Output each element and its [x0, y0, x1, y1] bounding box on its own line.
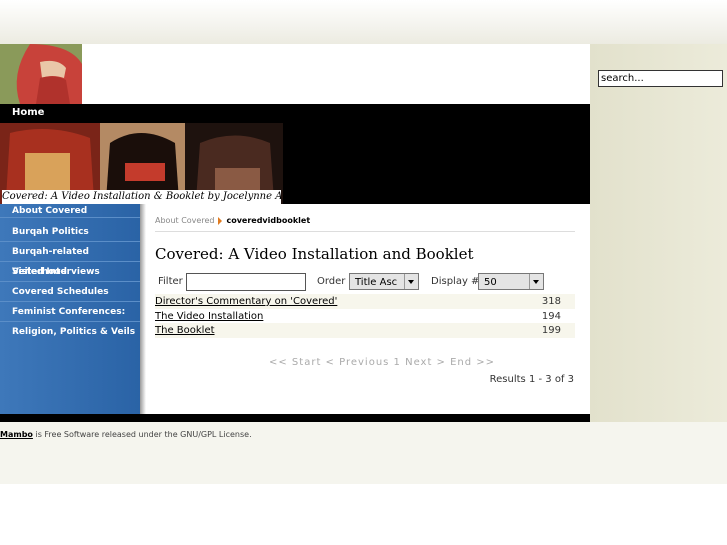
hits-count: 318 [541, 296, 561, 307]
license-text: is Free Software released under the GNU/… [32, 430, 252, 439]
chevron-down-icon[interactable] [404, 274, 418, 289]
sidebar-item-covered-schedules[interactable]: Covered Schedules [0, 282, 140, 302]
filter-label: Filter [158, 276, 183, 287]
breadcrumb-parent[interactable]: About Covered [155, 216, 214, 225]
top-band [0, 0, 727, 44]
sidebar-item-about-covered[interactable]: About Covered [0, 204, 140, 218]
table-row: The Booklet 199 [155, 323, 575, 338]
pagination: << Start < Previous 1 Next > End >> [269, 357, 496, 368]
footer: Mambo is Free Software released under th… [0, 422, 727, 484]
hits-count: 194 [541, 311, 561, 322]
display-select-value: 50 [484, 277, 497, 288]
divider [155, 231, 575, 232]
display-label: Display # [431, 276, 480, 287]
sidebar: About Covered Burqah Politics Burqah-rel… [0, 204, 140, 414]
article-link[interactable]: Director's Commentary on 'Covered' [155, 294, 337, 309]
home-link[interactable]: Home [12, 107, 44, 118]
mambo-link[interactable]: Mambo [0, 430, 33, 439]
search-input[interactable] [598, 70, 723, 87]
article-link[interactable]: The Booklet [155, 323, 215, 338]
footer-bar [0, 414, 590, 422]
filter-input[interactable] [186, 273, 306, 291]
veiled-woman-image [0, 44, 82, 104]
hits-count: 199 [541, 325, 561, 336]
header-photo [0, 44, 82, 104]
order-select[interactable]: Title Asc [349, 273, 419, 290]
article-link[interactable]: The Video Installation [155, 309, 263, 324]
breadcrumb: About Covered coveredvidbooklet [155, 216, 310, 225]
sidebar-item-feminist-conferences[interactable]: Feminist Conferences: [0, 302, 140, 322]
chevron-down-icon[interactable] [529, 274, 543, 289]
sidebar-item-veiled-interviews[interactable]: Veiled Interviews [0, 262, 140, 282]
right-column [590, 44, 727, 422]
page-title: Covered: A Video Installation and Bookle… [155, 245, 474, 263]
breadcrumb-arrow-icon [218, 216, 223, 225]
order-label: Order [317, 276, 346, 287]
table-row: Director's Commentary on 'Covered' 318 [155, 294, 575, 309]
sidebar-item-burqah-politics[interactable]: Burqah Politics [0, 222, 140, 242]
sidebar-item-religion-politics[interactable]: Religion, Politics & Veils [0, 322, 140, 342]
breadcrumb-current: coveredvidbooklet [226, 216, 311, 225]
results-count: Results 1 - 3 of 3 [489, 374, 574, 385]
order-select-value: Title Asc [355, 277, 398, 288]
sidebar-item-burqah-sisterhood[interactable]: Burqah-related Sisterhood [0, 242, 140, 277]
header-area [82, 44, 590, 104]
table-row: The Video Installation 194 [155, 309, 575, 324]
display-select[interactable]: 50 [478, 273, 544, 290]
footer-text: Mambo is Free Software released under th… [0, 430, 252, 439]
